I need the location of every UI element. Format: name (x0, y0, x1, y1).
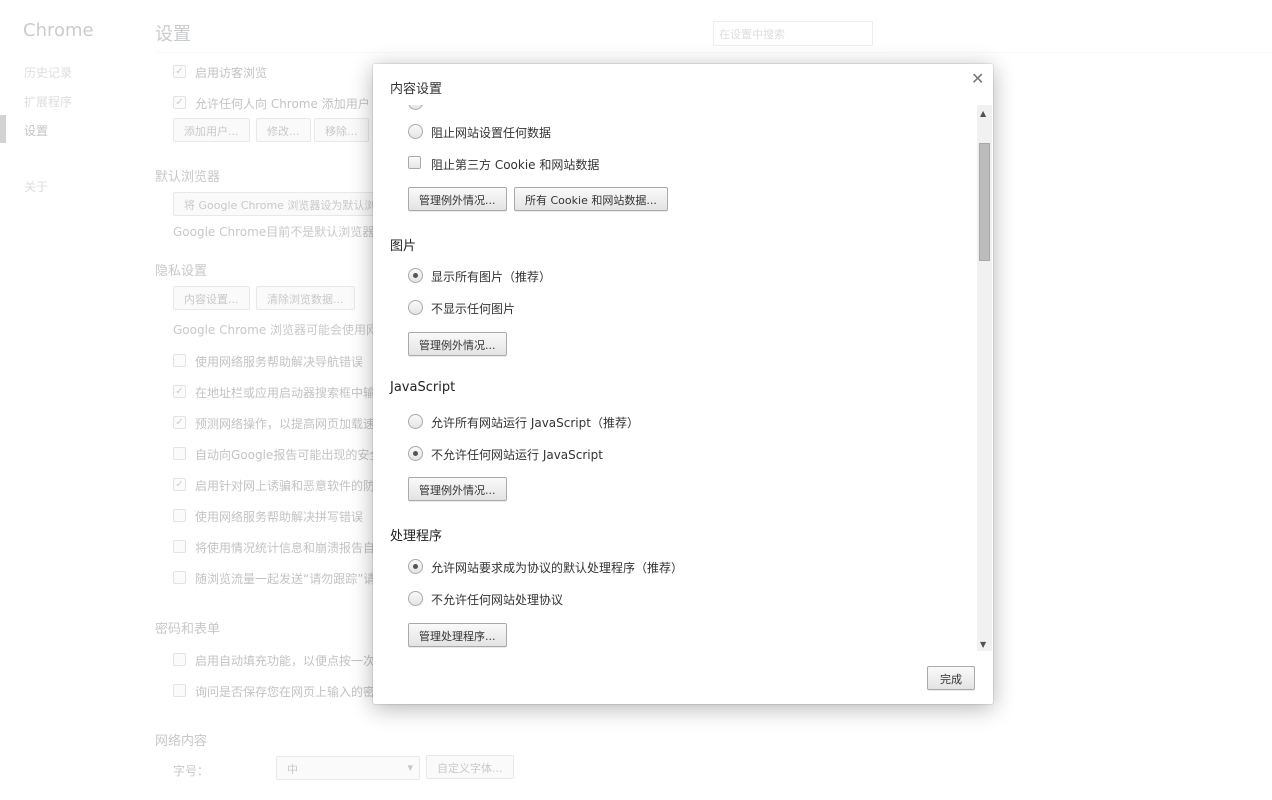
radio-block-handlers[interactable] (408, 591, 423, 606)
nav-settings[interactable]: 设置 (24, 122, 48, 139)
radio-label: 不允许任何网站运行 JavaScript (431, 448, 603, 462)
checkbox-label: 使用网络服务帮助解决导航错误 (195, 355, 364, 369)
font-size-select[interactable]: 中 ▾ (276, 756, 420, 780)
radio-block-all-cookies[interactable] (408, 124, 423, 139)
dialog-title: 内容设置 (390, 82, 443, 97)
close-icon[interactable]: ✕ (971, 69, 984, 88)
checkbox-label: 启用针对网上诱骗和恶意软件的防 (195, 479, 376, 493)
content-settings-dialog: 内容设置 ✕ 阻止网站设置任何数据 阻止第三方 Cookie 和网站数据 管理例… (373, 64, 993, 704)
nav-selected-indicator (0, 115, 6, 143)
checkbox[interactable]: ✓ (173, 478, 186, 491)
title-divider (155, 52, 1272, 53)
add-user-button[interactable]: 添加用户... (173, 118, 250, 142)
all-cookies-button[interactable]: 所有 Cookie 和网站数据... (514, 187, 668, 211)
radio-block-javascript[interactable] (408, 446, 423, 461)
images-manage-exceptions-button[interactable]: 管理例外情况... (408, 332, 507, 356)
custom-fonts-button[interactable]: 自定义字体... (426, 755, 514, 779)
chevron-down-icon: ▾ (407, 761, 413, 774)
page-title: 设置 (155, 24, 191, 45)
checkbox[interactable] (173, 354, 186, 367)
radio-show-images[interactable] (408, 268, 423, 283)
checkbox[interactable] (173, 509, 186, 522)
brand-title: Chrome (23, 20, 94, 41)
checkbox-label: 启用自动填充功能，以便点按一次 (195, 654, 376, 668)
radio-label: 允许网站要求成为协议的默认处理程序（推荐） (431, 561, 684, 575)
radio-allow-handlers[interactable] (408, 559, 423, 574)
checkbox[interactable] (173, 540, 186, 553)
radio-label: 阻止网站设置任何数据 (431, 126, 552, 140)
scrollbar-thumb[interactable] (979, 143, 990, 261)
scroll-down-arrow-icon[interactable]: ▼ (980, 640, 986, 649)
checkbox-label: 询问是否保存您在网页上输入的密 (195, 685, 376, 699)
checkbox[interactable]: ✓ (173, 416, 186, 429)
radio-allow-javascript[interactable] (408, 414, 423, 429)
section-title: 隐私设置 (155, 264, 208, 279)
javascript-manage-exceptions-button[interactable]: 管理例外情况... (408, 477, 507, 501)
default-browser-status: Google Chrome目前不是默认浏览器。 (173, 225, 387, 239)
section-heading-images: 图片 (390, 239, 417, 254)
section-heading-javascript: JavaScript (390, 380, 456, 395)
checkbox[interactable] (173, 571, 186, 584)
radio-label: 允许所有网站运行 JavaScript（推荐） (431, 416, 639, 430)
checkbox-label: 自动向Google报告可能出现的安全 (195, 448, 382, 462)
checkbox-label: 随浏览流量一起发送“请勿跟踪”请 (195, 572, 376, 586)
scroll-up-arrow-icon[interactable]: ▲ (980, 109, 986, 118)
set-default-browser-button[interactable]: 将 Google Chrome 浏览器设为默认浏 (173, 192, 387, 216)
radio-label: 显示所有图片（推荐） (431, 270, 552, 284)
settings-search-input[interactable]: 在设置中搜索 (713, 21, 873, 46)
section-title: 网络内容 (155, 734, 208, 749)
edit-user-button[interactable]: 修改... (256, 118, 311, 142)
checkbox[interactable] (173, 684, 186, 697)
radio-label: 不显示任何图片 (431, 302, 516, 316)
dialog-scrollbar[interactable]: ▲ ▼ (977, 105, 992, 651)
radio-hide-images[interactable] (408, 300, 423, 315)
section-title: 密码和表单 (155, 622, 221, 637)
checkbox[interactable] (173, 653, 186, 666)
checkbox-label: 将使用情况统计信息和崩溃报告自 (195, 541, 376, 555)
clear-browsing-data-button[interactable]: 清除浏览数据... (256, 286, 355, 310)
section-title: 默认浏览器 (155, 170, 221, 185)
checkbox[interactable]: ✓ (173, 96, 186, 109)
checkbox-label: 使用网络服务帮助解决拼写错误 (195, 510, 364, 524)
checkbox[interactable]: ✓ (173, 65, 186, 78)
checkbox-label: 启用访客浏览 (195, 66, 268, 80)
font-size-value: 中 (287, 763, 298, 776)
checkbox-label: 预测网络操作，以提高网页加载速 (195, 417, 376, 431)
font-size-label: 字号： (173, 764, 210, 778)
checkbox-label: 在地址栏或应用启动器搜索框中输 (195, 386, 376, 400)
manage-handlers-button[interactable]: 管理处理程序... (408, 623, 507, 647)
checkbox[interactable]: ✓ (173, 385, 186, 398)
checkbox[interactable] (173, 447, 186, 460)
dialog-scroll-area: 阻止网站设置任何数据 阻止第三方 Cookie 和网站数据 管理例外情况... … (373, 105, 993, 651)
done-button[interactable]: 完成 (927, 666, 975, 690)
checkbox-block-third-party[interactable] (408, 156, 421, 169)
radio-allow-cookies[interactable] (408, 105, 423, 110)
nav-history[interactable]: 历史记录 (24, 64, 72, 81)
radio-label: 不允许任何网站处理协议 (431, 593, 564, 607)
remove-user-button[interactable]: 移除... (314, 118, 369, 142)
content-settings-button[interactable]: 内容设置... (173, 286, 250, 310)
nav-extensions[interactable]: 扩展程序 (24, 93, 72, 110)
nav-about[interactable]: 关于 (24, 178, 48, 195)
section-heading-handlers: 处理程序 (390, 529, 443, 544)
checkbox-label: 允许任何人向 Chrome 添加用户 (195, 97, 370, 111)
privacy-description: Google Chrome 浏览器可能会使用网络 (173, 323, 391, 337)
cookies-manage-exceptions-button[interactable]: 管理例外情况... (408, 187, 507, 211)
checkbox-label: 阻止第三方 Cookie 和网站数据 (431, 158, 600, 172)
